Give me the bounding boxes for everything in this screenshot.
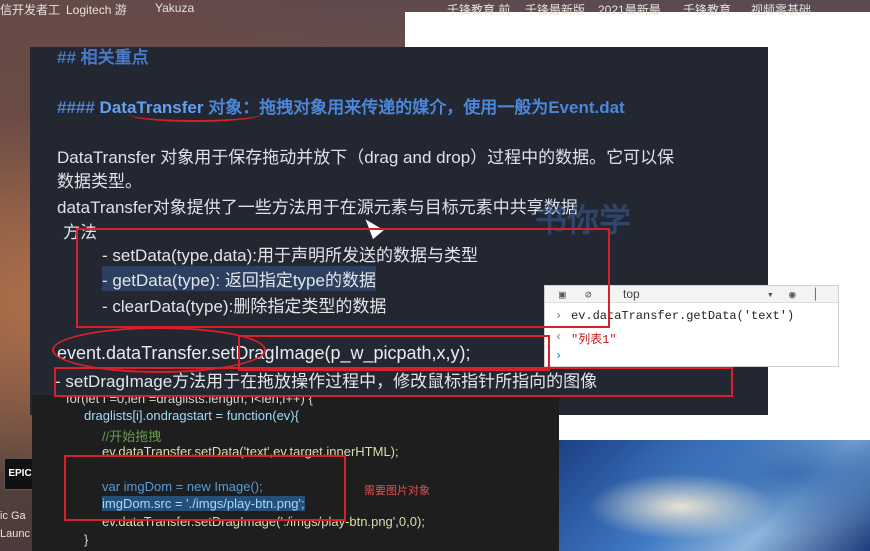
code-comment: //开始拖拽 bbox=[102, 429, 162, 444]
context-selector[interactable]: top bbox=[623, 287, 640, 301]
bookmark-item[interactable]: 千锋教育 bbox=[683, 1, 731, 18]
paragraph-line: 数据类型。 bbox=[57, 172, 142, 191]
bookmark-item[interactable]: Yakuza bbox=[155, 1, 194, 15]
desktop-icon-label: Launc bbox=[0, 528, 30, 540]
paragraph-line: DataTransfer 对象用于保存拖动并放下（drag and drop）过… bbox=[57, 148, 675, 167]
markdown-heading-2: ## 相关重点 bbox=[57, 48, 149, 67]
code-line: } bbox=[84, 532, 89, 547]
heading-rest: 对象：拖拽对象用来传递的媒介，使用一般为Event.dat bbox=[203, 98, 625, 117]
chevron-left-icon: ‹ bbox=[555, 330, 563, 344]
console-output: "列表1" bbox=[571, 333, 617, 347]
eye-icon[interactable]: ◉ bbox=[789, 288, 796, 302]
prompt-chevron-icon: › bbox=[555, 349, 563, 363]
heading-prefix: #### bbox=[57, 98, 100, 117]
bookmark-item[interactable]: 信开发者工 bbox=[0, 1, 60, 18]
bookmark-item[interactable]: 2021最新最 bbox=[598, 1, 661, 18]
bookmark-item[interactable]: 视频零基础 bbox=[751, 1, 811, 18]
paragraph-line: dataTransfer对象提供了一些方法用于在源元素与目标元素中共享数据 bbox=[57, 198, 578, 217]
imgdom-annotation-box bbox=[64, 455, 346, 521]
code-line: draglists[i].ondragstart = function(ev){ bbox=[84, 408, 299, 423]
bookmark-item[interactable]: 千锋教育 前 bbox=[447, 1, 510, 18]
setdragimage-annotation-box bbox=[238, 335, 550, 371]
dropdown-arrow-icon[interactable]: ▾ bbox=[767, 288, 774, 302]
filter-icon[interactable]: ▏ bbox=[815, 288, 822, 302]
bookmark-item[interactable]: 千锋最新版 bbox=[525, 1, 585, 18]
event-annotation-circle bbox=[52, 327, 266, 373]
datatransfer-underline bbox=[128, 106, 262, 122]
annotation-note: 需要图片对象 bbox=[364, 485, 430, 497]
top-bookmark-bar: 信开发者工 Logitech 游 Yakuza 千锋教育 前 千锋最新版 202… bbox=[0, 0, 870, 17]
bookmark-item[interactable]: Logitech 游 bbox=[66, 1, 127, 18]
methods-annotation-box bbox=[76, 228, 610, 328]
wallpaper-wave bbox=[555, 440, 870, 551]
desktop-icon-label: ic Ga bbox=[0, 510, 26, 522]
